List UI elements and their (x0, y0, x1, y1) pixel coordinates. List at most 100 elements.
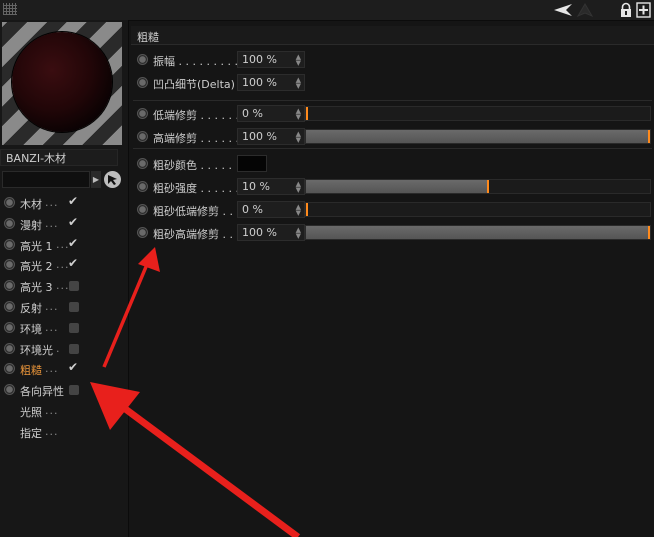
channel-dots: ... (45, 320, 59, 334)
channel-item[interactable]: 漫射... ✔ (0, 214, 125, 235)
spinner-icon[interactable]: ▲ ▼ (296, 204, 301, 217)
channel-dots: ... (45, 196, 59, 209)
channel-item[interactable]: 光照... (0, 401, 125, 422)
checkmark-icon[interactable]: ✔ (68, 256, 78, 270)
slider-fill (306, 130, 650, 143)
slider-handle[interactable] (648, 226, 650, 239)
spinner-icon[interactable]: ▲ ▼ (296, 54, 301, 67)
channel-item[interactable]: 高光 2... ✔ (0, 255, 125, 276)
panel-grip-icon[interactable] (3, 3, 17, 15)
slider-handle[interactable] (648, 130, 650, 143)
animate-radio-icon[interactable] (137, 108, 148, 119)
param-label: 高端修剪 . . . . . . (153, 132, 239, 145)
spinner-icon[interactable]: ▲ ▼ (296, 227, 301, 240)
add-panel-icon[interactable] (636, 2, 651, 18)
slider-fill (306, 226, 650, 239)
value-text: 10 % (242, 180, 270, 193)
animate-radio-icon[interactable] (137, 158, 148, 169)
value-field[interactable]: 100 % ▲ ▼ (237, 74, 305, 91)
radio-icon[interactable] (4, 259, 15, 271)
spinner-icon[interactable]: ▲ ▼ (296, 108, 301, 121)
animate-radio-icon[interactable] (137, 227, 148, 238)
pick-cursor-icon[interactable] (104, 171, 121, 188)
value-slider[interactable] (305, 202, 651, 217)
param-row: 粗砂颜色 . . . . . (131, 153, 654, 174)
channel-item[interactable]: 各向异性 (0, 380, 125, 401)
channel-item[interactable]: 高光 1... ✔ (0, 235, 125, 256)
radio-icon[interactable] (4, 238, 15, 250)
param-label: 粗砂强度 . . . . . . (153, 182, 239, 195)
value-slider[interactable] (305, 106, 651, 121)
checkbox[interactable] (69, 281, 79, 292)
animate-radio-icon[interactable] (137, 131, 148, 142)
animate-radio-icon[interactable] (137, 204, 148, 215)
chevron-right-icon[interactable]: ▶ (91, 171, 101, 188)
channel-search-input[interactable] (2, 171, 90, 188)
spinner-icon[interactable]: ▲ ▼ (296, 181, 301, 194)
radio-icon[interactable] (4, 384, 15, 396)
channel-label: 高光 3 (20, 281, 53, 295)
channel-item[interactable]: 指定... (0, 422, 125, 443)
channel-item[interactable]: 环境光. (0, 339, 125, 360)
value-slider[interactable] (305, 129, 651, 144)
param-label: 凹凸细节(Delta) (153, 78, 235, 91)
material-preview[interactable] (2, 22, 122, 145)
lock-icon[interactable] (619, 2, 633, 18)
radio-icon[interactable] (4, 321, 15, 333)
slider-handle[interactable] (306, 203, 308, 216)
checkbox[interactable] (69, 302, 79, 312)
radio-icon[interactable] (4, 363, 15, 375)
value-field[interactable]: 100 % ▲ ▼ (237, 51, 305, 68)
radio-icon[interactable] (4, 280, 15, 292)
value-slider[interactable] (305, 179, 651, 194)
checkmark-icon[interactable]: ✔ (68, 236, 78, 250)
divider (133, 148, 652, 149)
slider-handle[interactable] (487, 180, 489, 193)
slider-handle[interactable] (306, 107, 308, 120)
arrow-up-icon[interactable] (576, 2, 594, 18)
radio-icon[interactable] (4, 197, 15, 208)
spinner-icon[interactable]: ▲ ▼ (296, 77, 301, 90)
checkmark-icon[interactable]: ✔ (68, 194, 78, 208)
spinner-icon[interactable]: ▲ ▼ (296, 131, 301, 144)
radio-icon[interactable] (4, 217, 15, 229)
slider-fill (306, 180, 488, 193)
channel-dots: ... (45, 300, 59, 313)
arrow-left-icon[interactable] (552, 2, 574, 18)
animate-radio-icon[interactable] (137, 54, 148, 65)
value-field[interactable]: 0 % ▲ ▼ (237, 105, 305, 122)
channel-item[interactable]: 木材... ✔ (0, 193, 125, 214)
section-title: 粗糙 (137, 31, 159, 44)
channel-item[interactable]: 高光 3... (0, 276, 125, 297)
channel-item[interactable]: 反射... (0, 297, 125, 318)
checkmark-icon[interactable]: ✔ (68, 215, 78, 229)
checkbox[interactable] (69, 343, 79, 354)
channel-item[interactable]: 环境... (0, 318, 125, 339)
value-field[interactable]: 100 % ▲ ▼ (237, 128, 305, 145)
color-swatch[interactable] (237, 155, 267, 172)
value-text: 100 % (242, 226, 277, 239)
value-field[interactable]: 10 % ▲ ▼ (237, 178, 305, 195)
value-field[interactable]: 100 % ▲ ▼ (237, 224, 305, 241)
channel-dots: ... (45, 216, 59, 230)
checkmark-icon[interactable]: ✔ (68, 360, 78, 374)
channel-item[interactable]: 粗糙... ✔ (0, 359, 125, 380)
param-row: 粗砂强度 . . . . . . 10 % ▲ ▼ (131, 176, 654, 197)
value-field[interactable]: 0 % ▲ ▼ (237, 201, 305, 218)
material-name-field[interactable]: BANZI-木材 (0, 149, 118, 166)
animate-radio-icon[interactable] (137, 181, 148, 192)
channel-label: 粗糙 (20, 364, 42, 378)
param-row: 凹凸细节(Delta) 100 % ▲ ▼ (131, 72, 654, 93)
value-text: 100 % (242, 76, 277, 89)
channel-label: 高光 2 (20, 260, 53, 274)
animate-radio-icon[interactable] (137, 77, 148, 88)
checkbox[interactable] (69, 385, 79, 396)
param-row: 振幅 . . . . . . . . . 100 % ▲ ▼ (131, 49, 654, 70)
checkbox[interactable] (69, 322, 79, 333)
param-label: 粗砂颜色 . . . . . (153, 159, 232, 172)
value-slider[interactable] (305, 225, 651, 240)
radio-icon[interactable] (4, 301, 15, 312)
channel-dots: ... (45, 362, 59, 376)
radio-icon[interactable] (4, 342, 15, 354)
param-label: 粗砂高端修剪 . . (153, 228, 233, 241)
